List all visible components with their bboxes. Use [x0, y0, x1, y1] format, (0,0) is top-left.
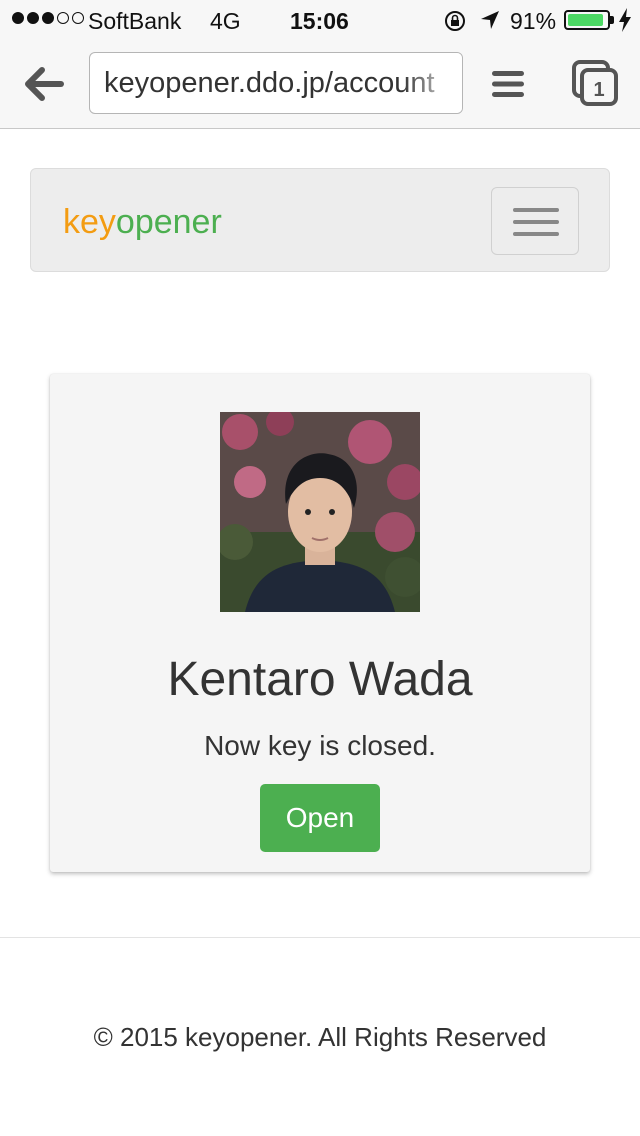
- profile-card: Kentaro Wada Now key is closed. Open: [50, 374, 590, 872]
- tabs-icon[interactable]: 1: [572, 60, 618, 106]
- footer-copyright: © 2015 keyopener. All Rights Reserved: [93, 1022, 547, 1052]
- brand-key: key: [63, 203, 116, 241]
- clock: 15:06: [290, 8, 349, 34]
- brand-opener: opener: [115, 203, 222, 241]
- navbar-toggle-button[interactable]: [491, 187, 579, 255]
- url-text: keyopener.ddo.jp/account: [104, 67, 435, 99]
- hamburger-icon: [513, 208, 559, 212]
- footer-divider: [0, 937, 640, 938]
- url-fade: [402, 53, 462, 113]
- tab-count: 1: [593, 79, 604, 101]
- hamburger-icon-bar: [513, 232, 559, 236]
- battery-percent: 91%: [510, 8, 557, 34]
- rotation-lock-icon: [445, 11, 465, 31]
- battery-icon: [564, 10, 610, 30]
- status-bar: SoftBank 4G 15:06 91%: [0, 0, 640, 40]
- back-arrow-icon[interactable]: [24, 64, 64, 104]
- battery-tip: [610, 16, 614, 24]
- site-navbar: keyopener: [30, 168, 610, 272]
- profile-photo: [220, 412, 420, 612]
- network-type: 4G: [210, 8, 241, 34]
- signal-strength-icon: [12, 12, 84, 24]
- address-bar[interactable]: keyopener.ddo.jp/account: [89, 52, 463, 114]
- carrier-name: SoftBank: [88, 8, 182, 34]
- browser-toolbar: keyopener.ddo.jp/account 1: [0, 40, 640, 129]
- key-status-text: Now key is closed.: [204, 730, 436, 761]
- location-arrow-icon: [481, 11, 499, 29]
- hamburger-icon-bar: [513, 220, 559, 224]
- brand-logo[interactable]: keyopener: [63, 203, 222, 242]
- user-name: Kentaro Wada: [167, 653, 473, 706]
- open-key-button[interactable]: Open: [260, 784, 380, 852]
- charging-bolt-icon: [619, 8, 631, 32]
- menu-icon[interactable]: [492, 70, 524, 98]
